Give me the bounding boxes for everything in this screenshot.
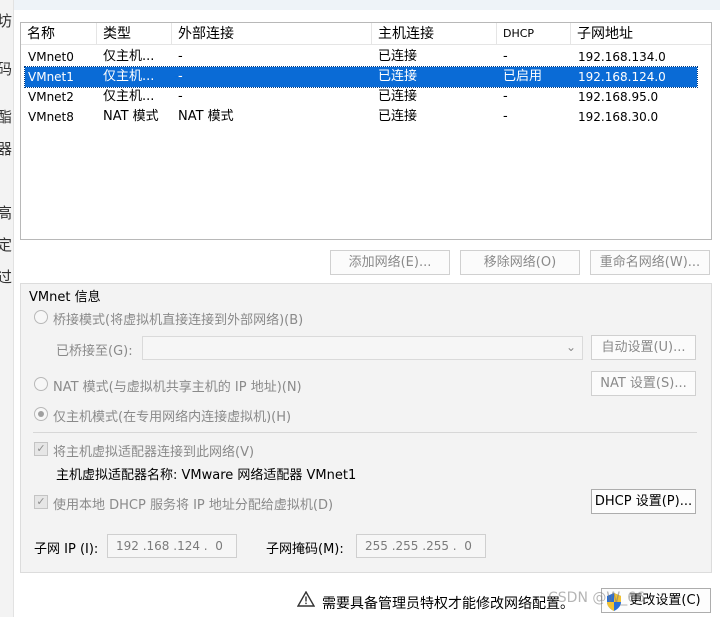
background-text: 器 <box>0 140 13 158</box>
subnet-mask-label: 子网掩码(M): <box>266 542 344 557</box>
bridged-mode-radio[interactable] <box>34 310 48 324</box>
cell-host: 已连接 <box>378 49 418 64</box>
admin-warning-text: 需要具备管理员特权才能修改网络配置。 <box>322 596 574 612</box>
subnet-ip-field[interactable]: 192 .168 .124 . 0 <box>107 534 237 558</box>
table-row[interactable]: VMnet2 仅主机... - 已连接 - 192.168.95.0 <box>25 87 697 107</box>
column-header-type[interactable]: 类型 <box>97 23 172 45</box>
bridged-mode-label: 桥接模式(将虚拟机直接连接到外部网络)(B) <box>53 313 304 328</box>
bridged-to-label: 已桥接至(G): <box>56 344 133 359</box>
add-network-button[interactable]: 添加网络(E)... <box>330 250 450 275</box>
cell-external: NAT 模式 <box>178 109 234 124</box>
remove-network-button[interactable]: 移除网络(O) <box>460 250 580 275</box>
cell-subnet: 192.168.30.0 <box>578 110 659 124</box>
background-text: 定 <box>0 236 13 254</box>
cell-name: VMnet1 <box>28 70 74 84</box>
connect-adapter-checkbox[interactable]: ✓ <box>34 442 48 456</box>
adapter-name-label: 主机虚拟适配器名称: VMware 网络适配器 VMnet1 <box>56 468 357 483</box>
nat-mode-radio[interactable] <box>34 377 48 391</box>
column-header-subnet[interactable]: 子网地址 <box>571 23 697 45</box>
auto-settings-button[interactable]: 自动设置(U)... <box>591 335 696 360</box>
cell-name: VMnet2 <box>28 90 74 104</box>
background-text: 坊 <box>0 12 13 30</box>
background-text: 酯 <box>0 108 13 126</box>
cell-host: 已连接 <box>378 89 418 104</box>
dhcp-settings-button[interactable]: DHCP 设置(P)... <box>591 489 696 514</box>
radio-dot-icon <box>38 411 44 417</box>
table-row[interactable]: VMnet8 NAT 模式 NAT 模式 已连接 - 192.168.30.0 <box>25 107 697 127</box>
cell-host: 已连接 <box>378 109 418 124</box>
background-text: 高 <box>0 204 13 222</box>
cell-type: 仅主机... <box>103 69 155 84</box>
background-text: 码 <box>0 60 13 78</box>
subnet-mask-field[interactable]: 255 .255 .255 . 0 <box>356 534 486 558</box>
column-header-external[interactable]: 外部连接 <box>172 23 372 45</box>
column-header-name[interactable]: 名称 <box>21 23 97 45</box>
cell-external: - <box>178 69 183 84</box>
table-row-selected[interactable]: VMnet1 仅主机... - 已连接 已启用 192.168.124.0 <box>24 66 698 88</box>
column-header-host[interactable]: 主机连接 <box>372 23 497 45</box>
chevron-down-icon: ⌄ <box>565 340 576 354</box>
dhcp-checkbox[interactable]: ✓ <box>34 495 48 509</box>
table-row[interactable]: VMnet0 仅主机... - 已连接 - 192.168.134.0 <box>25 47 697 67</box>
dhcp-label: 使用本地 DHCP 服务将 IP 地址分配给虚拟机(D) <box>53 498 334 513</box>
cell-subnet: 192.168.134.0 <box>578 50 666 64</box>
cell-subnet: 192.168.124.0 <box>578 70 666 84</box>
bridged-to-select[interactable]: ⌄ <box>142 336 583 360</box>
column-header-dhcp[interactable]: DHCP <box>497 23 571 45</box>
group-title: VMnet 信息 <box>29 290 101 305</box>
cell-dhcp: 已启用 <box>503 69 543 84</box>
cell-subnet: 192.168.95.0 <box>578 90 659 104</box>
cell-type: 仅主机... <box>103 49 155 64</box>
cell-type: 仅主机... <box>103 89 155 104</box>
connect-adapter-label: 将主机虚拟适配器连接到此网络(V) <box>53 445 255 460</box>
cell-host: 已连接 <box>378 69 418 84</box>
rename-network-button[interactable]: 重命名网络(W)... <box>590 250 710 275</box>
cell-dhcp: - <box>503 89 508 104</box>
divider <box>33 432 697 433</box>
nat-mode-label: NAT 模式(与虚拟机共享主机的 IP 地址)(N) <box>53 380 302 395</box>
cell-name: VMnet8 <box>28 110 74 124</box>
checkmark-icon: ✓ <box>36 442 46 455</box>
background-text: 过 <box>0 268 13 286</box>
cell-dhcp: - <box>503 49 508 64</box>
background-window-edge <box>0 0 14 617</box>
subnet-ip-label: 子网 IP (I): <box>34 542 99 557</box>
cell-name: VMnet0 <box>28 50 74 64</box>
cell-external: - <box>178 49 183 64</box>
table-header: 名称 类型 外部连接 主机连接 DHCP 子网地址 <box>21 23 711 45</box>
checkmark-icon: ✓ <box>36 495 46 508</box>
warning-triangle-icon <box>297 591 315 607</box>
cell-dhcp: - <box>503 109 508 124</box>
cell-type: NAT 模式 <box>103 109 159 124</box>
network-table[interactable]: 名称 类型 外部连接 主机连接 DHCP 子网地址 VMnet0 仅主机... … <box>20 22 712 240</box>
nat-settings-button[interactable]: NAT 设置(S)... <box>591 371 696 396</box>
title-strip <box>14 0 720 10</box>
hostonly-mode-radio[interactable] <box>34 407 48 421</box>
cell-external: - <box>178 89 183 104</box>
hostonly-mode-label: 仅主机模式(在专用网络内连接虚拟机)(H) <box>53 410 292 425</box>
watermark-text: CSDN @W_66 <box>548 590 646 606</box>
